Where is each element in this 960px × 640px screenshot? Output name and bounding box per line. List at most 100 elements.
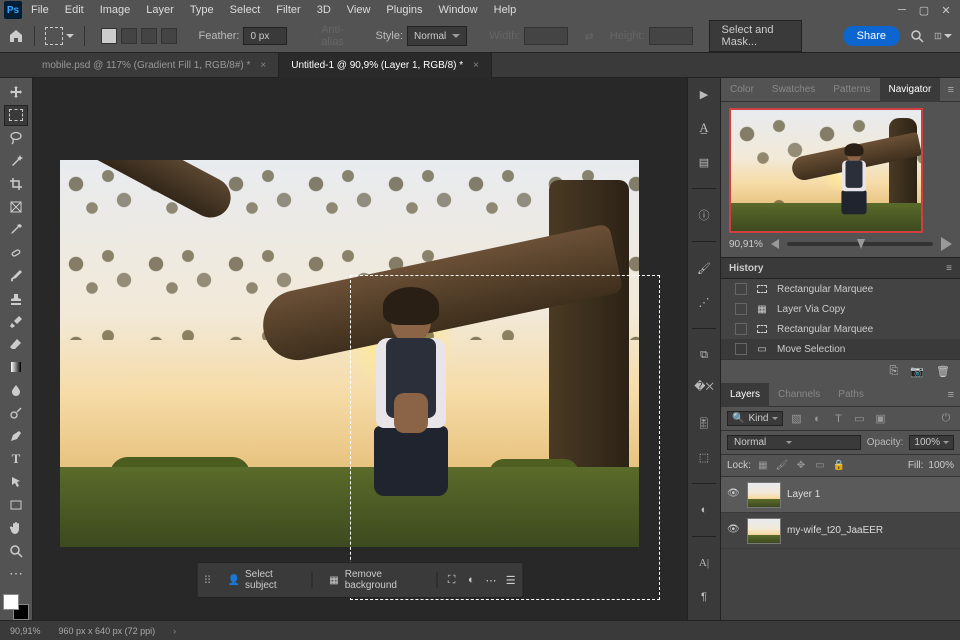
type-tool[interactable]: T [4, 449, 28, 470]
add-selection-icon[interactable] [121, 28, 137, 44]
history-item[interactable]: ▦Layer Via Copy [721, 299, 960, 319]
canvas-area[interactable]: ⠿ 👤Select subject ▦Remove background ⛶ ◐… [33, 78, 687, 620]
trash-icon[interactable]: 🗑 [936, 365, 950, 378]
filter-adjust-icon[interactable]: ◐ [809, 411, 825, 427]
path-select-tool[interactable] [4, 471, 28, 492]
search-icon[interactable] [910, 27, 924, 45]
tab-untitled[interactable]: Untitled-1 @ 90,9% (Layer 1, RGB/8) *× [279, 53, 492, 78]
color-swatches[interactable] [3, 594, 29, 620]
menu-select[interactable]: Select [223, 2, 268, 18]
layer-thumbnail[interactable] [747, 482, 781, 508]
filter-pixel-icon[interactable]: ▧ [788, 411, 804, 427]
move-tool[interactable] [4, 82, 28, 103]
visibility-icon[interactable]: 👁 [727, 524, 741, 538]
info-icon[interactable]: ⓘ [694, 205, 714, 225]
lock-all-icon[interactable]: 🔒 [832, 459, 846, 473]
intersect-selection-icon[interactable] [161, 28, 177, 44]
tab-swatches[interactable]: Swatches [763, 84, 824, 95]
filter-smart-icon[interactable]: ▣ [872, 411, 888, 427]
zoom-tool[interactable] [4, 540, 28, 561]
libraries-icon[interactable]: ⬚ [694, 447, 714, 467]
fill-input[interactable]: 100% [928, 460, 954, 471]
tab-color[interactable]: Color [721, 84, 763, 95]
zoom-in-icon[interactable] [941, 237, 952, 251]
heal-tool[interactable] [4, 242, 28, 263]
styles-icon[interactable]: 🎚 [694, 413, 714, 433]
layer-name[interactable]: my-wife_t20_JaaEER [787, 525, 883, 536]
brush-tool[interactable] [4, 265, 28, 286]
close-button[interactable]: ✕ [936, 3, 956, 17]
tab-navigator[interactable]: Navigator [880, 78, 941, 102]
more-icon[interactable]: ⋯ [485, 573, 497, 587]
lock-paint-icon[interactable]: 🖌 [775, 459, 789, 473]
close-icon[interactable]: × [260, 60, 266, 71]
menu-file[interactable]: File [24, 2, 56, 18]
filter-type-icon[interactable]: T [830, 411, 846, 427]
menu-layer[interactable]: Layer [139, 2, 181, 18]
filter-shape-icon[interactable]: ▭ [851, 411, 867, 427]
history-brush-tool[interactable] [4, 311, 28, 332]
menu-help[interactable]: Help [487, 2, 524, 18]
transform-icon[interactable]: ⛶ [446, 573, 458, 587]
opacity-input[interactable]: 100% [909, 435, 954, 450]
blend-mode-select[interactable]: Normal [727, 435, 861, 450]
share-button[interactable]: Share [843, 26, 900, 46]
tab-paths[interactable]: Paths [829, 389, 873, 400]
panel-menu-icon[interactable]: ≡ [948, 389, 954, 401]
history-item[interactable]: ▭Move Selection [721, 339, 960, 359]
feather-input[interactable] [243, 27, 287, 45]
new-doc-from-state-icon[interactable]: ⎘ [890, 365, 899, 378]
navigator-thumbnail[interactable] [729, 108, 923, 233]
history-panel-header[interactable]: History≡ [721, 257, 960, 279]
tab-patterns[interactable]: Patterns [824, 84, 879, 95]
frame-tool[interactable] [4, 197, 28, 218]
crop-tool[interactable] [4, 174, 28, 195]
filter-toggle[interactable]: ⏻ [938, 411, 954, 427]
tab-layers[interactable]: Layers [721, 383, 769, 407]
stamp-tool[interactable] [4, 288, 28, 309]
menu-plugins[interactable]: Plugins [379, 2, 429, 18]
adjustments-icon[interactable]: �྾ [694, 379, 714, 399]
character-icon[interactable]: A| [694, 553, 714, 573]
lasso-tool[interactable] [4, 128, 28, 149]
brush-settings-icon[interactable]: 🖌 [694, 258, 714, 278]
home-button[interactable] [8, 26, 24, 46]
shape-tool[interactable] [4, 494, 28, 515]
paragraph-icon[interactable]: ¶ [694, 587, 714, 607]
adjustment-icon[interactable]: ◐ [465, 573, 477, 587]
panel-menu-icon[interactable]: ≡ [948, 84, 954, 96]
maximize-button[interactable]: ▢ [914, 3, 934, 17]
learn-icon[interactable]: ▤ [694, 152, 714, 172]
menu-window[interactable]: Window [432, 2, 485, 18]
menu-filter[interactable]: Filter [269, 2, 307, 18]
glyph-icon[interactable]: A̲ [694, 118, 714, 138]
layer-name[interactable]: Layer 1 [787, 489, 820, 500]
history-item[interactable]: Rectangular Marquee [721, 279, 960, 299]
blur-tool[interactable] [4, 380, 28, 401]
menu-type[interactable]: Type [183, 2, 221, 18]
subtract-selection-icon[interactable] [141, 28, 157, 44]
channels-icon[interactable]: ◐ [694, 500, 714, 520]
dodge-tool[interactable] [4, 403, 28, 424]
marquee-tool[interactable] [4, 105, 28, 126]
select-and-mask-button[interactable]: Select and Mask... [709, 20, 802, 52]
tool-preset-dropdown-icon[interactable] [66, 34, 74, 38]
style-select[interactable]: Normal [407, 26, 467, 46]
remove-background-button[interactable]: ▦Remove background [320, 566, 429, 594]
filter-kind-select[interactable]: 🔍 Kind [727, 411, 783, 426]
tab-mobile[interactable]: mobile.psd @ 117% (Gradient Fill 1, RGB/… [30, 53, 279, 78]
menu-edit[interactable]: Edit [58, 2, 91, 18]
visibility-icon[interactable]: 👁 [727, 488, 741, 502]
new-selection-icon[interactable] [101, 28, 117, 44]
workspace-icon[interactable] [934, 27, 952, 45]
layer-row[interactable]: 👁 my-wife_t20_JaaEER [721, 513, 960, 549]
properties-icon[interactable]: ☰ [505, 573, 517, 587]
layer-row[interactable]: 👁 Layer 1 [721, 477, 960, 513]
wand-tool[interactable] [4, 151, 28, 172]
more-tools[interactable]: ⋯ [4, 563, 28, 584]
current-tool-icon[interactable] [45, 27, 63, 45]
eraser-tool[interactable] [4, 334, 28, 355]
zoom-out-icon[interactable] [771, 239, 779, 249]
document-canvas[interactable] [60, 160, 639, 547]
nav-zoom-slider[interactable] [787, 242, 933, 246]
